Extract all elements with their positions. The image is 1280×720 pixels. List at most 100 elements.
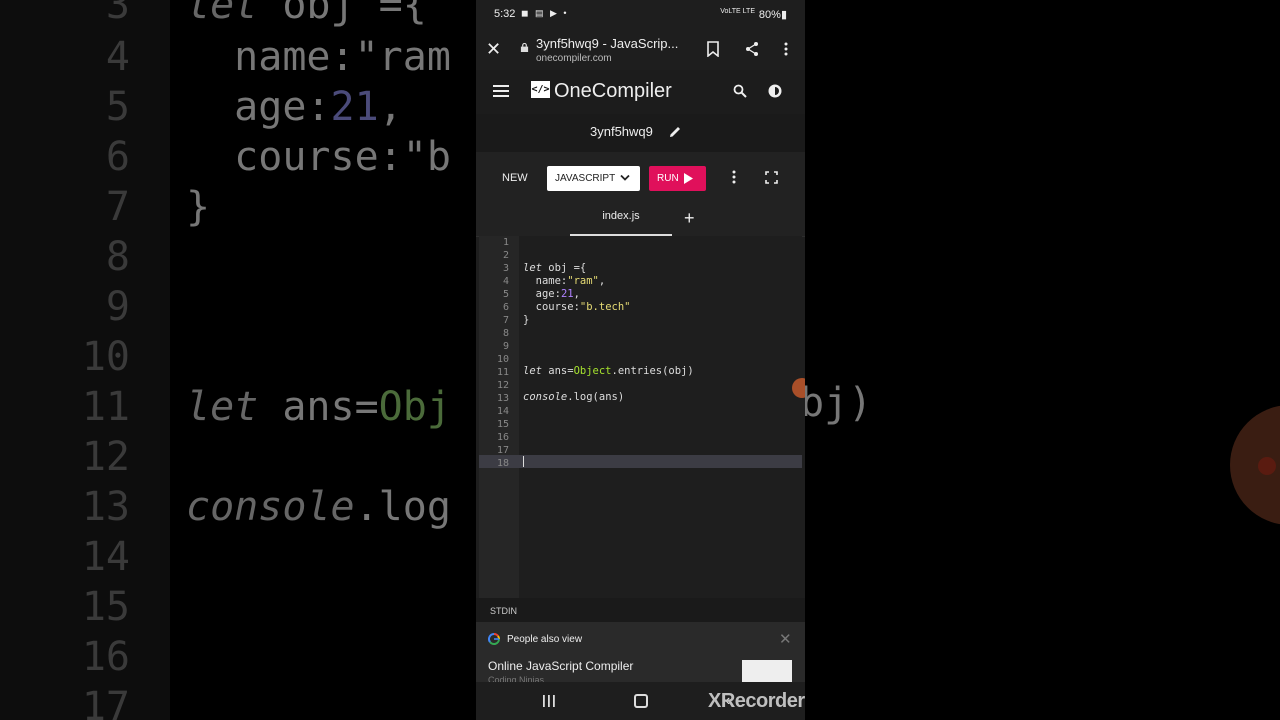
stdin-label: STDIN xyxy=(490,606,517,616)
line-number: 16 xyxy=(496,432,509,443)
bg-code-line: age:21, xyxy=(186,84,403,130)
code-line-13: console.log(ans) xyxy=(523,391,625,403)
bg-code-line: let obj ={ xyxy=(186,0,427,28)
bg-line-number: 3 xyxy=(105,0,130,28)
bg-line-number: 13 xyxy=(81,484,130,530)
battery-indicator: 80%▮ xyxy=(758,9,787,21)
close-card-icon[interactable]: ✕ xyxy=(779,630,792,648)
edit-pencil-icon[interactable] xyxy=(669,125,682,138)
lock-icon xyxy=(520,43,529,52)
line-number: 17 xyxy=(496,445,509,456)
line-number: 4 xyxy=(502,276,509,287)
bg-line-number: 14 xyxy=(81,534,130,580)
code-line-7: } xyxy=(523,314,530,326)
phone-screen: 5:32 ◼ ▤ ▶ • VoLTE LTE 80%▮ ✕ 3ynf5hwq9 … xyxy=(476,0,805,720)
status-bar: 5:32 ◼ ▤ ▶ • VoLTE LTE 80%▮ xyxy=(476,0,805,30)
notification-icons: ◼ ▤ ▶ • xyxy=(521,8,569,18)
tab-index-js[interactable]: index.js xyxy=(570,200,672,236)
bookmark-icon[interactable] xyxy=(706,41,720,57)
search-icon[interactable] xyxy=(733,84,747,98)
bg-line-number: 5 xyxy=(105,84,130,130)
google-icon xyxy=(488,633,500,645)
theme-toggle-icon[interactable] xyxy=(767,83,783,99)
line-number: 3 xyxy=(502,263,509,274)
bg-code-fragment: bj) xyxy=(800,380,873,426)
line-number: 14 xyxy=(496,406,509,417)
line-number: 6 xyxy=(502,302,509,313)
suggestion-thumbnail xyxy=(742,660,792,682)
page-title[interactable]: 3ynf5hwq9 - JavaScrip... xyxy=(536,36,678,51)
code-line-5: age:21, xyxy=(523,288,580,300)
project-name[interactable]: 3ynf5hwq9 xyxy=(590,124,653,139)
bg-line-number: 7 xyxy=(105,184,130,230)
bg-code-line: } xyxy=(186,184,211,230)
hamburger-menu-icon[interactable] xyxy=(493,84,509,98)
recorder-watermark: XRecorder xyxy=(708,690,805,712)
bg-line-number: 12 xyxy=(81,434,130,480)
code-line-11: let ans=Object.entries(obj) xyxy=(523,365,694,377)
add-file-button[interactable]: + xyxy=(684,208,695,229)
recorder-bubble-blurred xyxy=(1230,405,1280,525)
logo-mark: </> xyxy=(531,81,550,98)
browser-toolbar: ✕ 3ynf5hwq9 - JavaScrip... onecompiler.c… xyxy=(476,30,805,70)
fullscreen-icon[interactable] xyxy=(765,171,778,184)
bg-line-number: 10 xyxy=(81,334,130,380)
code-line-3: let obj ={ xyxy=(523,262,587,274)
line-number: 18 xyxy=(496,458,509,469)
screen-recorder-bubble[interactable] xyxy=(792,378,805,398)
bg-line-number: 15 xyxy=(81,584,130,630)
bg-line-number: 9 xyxy=(105,284,130,330)
line-number: 10 xyxy=(496,354,509,365)
run-button[interactable]: RUN xyxy=(649,166,706,191)
editor-toolbar: NEW JAVASCRIPT RUN xyxy=(476,152,805,200)
bg-line-number: 8 xyxy=(105,234,130,280)
bg-line-number: 4 xyxy=(105,34,130,80)
line-number: 15 xyxy=(496,419,509,430)
recent-apps-icon[interactable] xyxy=(542,695,556,707)
run-button-label: RUN xyxy=(657,173,679,184)
bg-code-line: course:"b xyxy=(186,134,451,180)
people-also-view-card[interactable]: People also view ✕ Online JavaScript Com… xyxy=(476,622,805,685)
language-select[interactable]: JAVASCRIPT xyxy=(547,166,640,191)
file-tabs: index.js + xyxy=(476,200,805,237)
project-title-bar: 3ynf5hwq9 xyxy=(476,114,805,152)
code-line-6: course:"b.tech" xyxy=(523,301,631,313)
brand-name[interactable]: OneCompiler xyxy=(554,80,672,103)
bg-line-number: 17 xyxy=(81,684,130,720)
home-button-icon[interactable] xyxy=(634,694,648,708)
code-line-4: name:"ram", xyxy=(523,275,606,287)
page-host[interactable]: onecompiler.com xyxy=(536,53,612,64)
bg-code-line: let ans=Obj xyxy=(186,384,451,430)
app-header: </> OneCompiler xyxy=(476,70,805,115)
people-also-view-label: People also view xyxy=(507,634,583,645)
line-number: 2 xyxy=(502,250,509,261)
suggestion-title[interactable]: Online JavaScript Compiler xyxy=(488,659,633,673)
code-editor[interactable]: 1 2 3 4 5 6 7 8 9 10 11 12 13 14 15 16 1… xyxy=(479,236,805,598)
line-number: 7 xyxy=(502,315,509,326)
line-number: 11 xyxy=(496,367,509,378)
text-caret xyxy=(523,456,524,467)
line-number: 8 xyxy=(502,328,509,339)
line-number: 1 xyxy=(502,237,509,248)
bg-code-line: name:"ram xyxy=(186,34,451,80)
status-time: 5:32 xyxy=(494,8,516,20)
stdin-panel[interactable]: STDIN xyxy=(476,598,805,622)
bg-line-number: 11 xyxy=(81,384,130,430)
line-number: 12 xyxy=(496,380,509,391)
bg-line-number: 16 xyxy=(81,634,130,680)
language-select-value: JAVASCRIPT xyxy=(555,173,616,184)
share-icon[interactable] xyxy=(744,41,760,57)
line-number: 9 xyxy=(502,341,509,352)
chevron-down-icon xyxy=(620,174,630,181)
line-number: 5 xyxy=(502,289,509,300)
close-tab-icon[interactable]: ✕ xyxy=(486,39,501,60)
line-number: 13 xyxy=(496,393,509,404)
bg-line-number: 6 xyxy=(105,134,130,180)
new-button[interactable]: NEW xyxy=(502,172,528,184)
current-line-highlight xyxy=(479,455,802,468)
more-menu-icon[interactable] xyxy=(783,41,789,57)
editor-options-icon[interactable] xyxy=(731,170,737,184)
play-icon xyxy=(684,173,693,184)
signal-icon: VoLTE LTE xyxy=(720,8,755,15)
bg-code-line: console.log xyxy=(186,484,451,530)
